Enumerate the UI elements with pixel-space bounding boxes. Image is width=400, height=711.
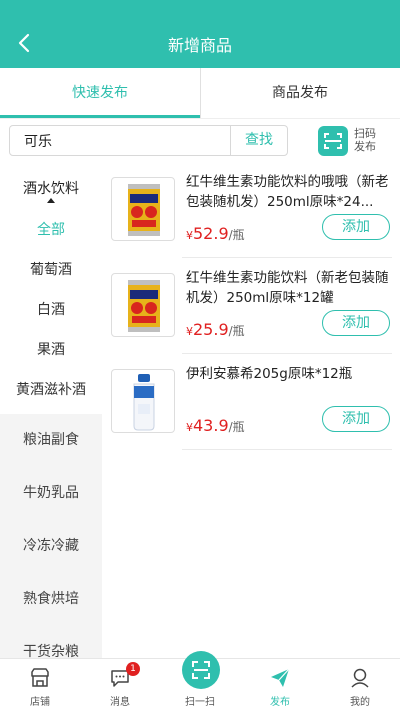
product-price: ¥52.9/瓶 (186, 224, 245, 243)
product-image (111, 177, 175, 241)
product-item: 红牛维生素功能饮料的哦哦（新老包装随机发）250ml原味*24... ¥52.9… (102, 162, 400, 258)
add-button[interactable]: 添加 (322, 214, 390, 240)
divider (182, 449, 392, 450)
product-item: 伊利安慕希205g原味*12瓶 ¥43.9/瓶 添加 (102, 354, 400, 450)
scan-label-line1: 扫码 (354, 127, 376, 140)
product-price: ¥43.9/瓶 (186, 416, 245, 435)
tab-bar: 快速发布 商品发布 (0, 68, 400, 118)
search-button[interactable]: 查找 (230, 126, 287, 155)
header-bar: 新增商品 (0, 0, 400, 68)
add-button[interactable]: 添加 (322, 310, 390, 336)
nav-label: 我的 (350, 697, 370, 708)
nav-store[interactable]: 店铺 (0, 659, 80, 711)
tab-label: 商品发布 (272, 85, 328, 101)
subcategory-item[interactable]: 葡萄酒 (0, 250, 102, 290)
category-group-header[interactable]: 酒水饮料 (0, 162, 102, 210)
scan-icon (192, 661, 210, 679)
nav-profile[interactable]: 我的 (320, 659, 400, 711)
scan-icon (318, 126, 348, 156)
tab-product-publish[interactable]: 商品发布 (200, 68, 400, 118)
tab-label: 快速发布 (72, 85, 128, 101)
bottom-nav: 店铺 1 消息 扫一扫 发布 我的 (0, 651, 400, 711)
nav-messages[interactable]: 1 消息 (80, 659, 160, 711)
nav-label: 消息 (110, 697, 130, 708)
price-value: 25.9 (193, 320, 229, 339)
store-icon (31, 668, 49, 687)
nav-label: 店铺 (30, 697, 50, 708)
tab-quick-publish[interactable]: 快速发布 (0, 68, 200, 118)
currency-symbol: ¥ (186, 421, 193, 434)
currency-symbol: ¥ (186, 325, 193, 338)
subcategory-item[interactable]: 果酒 (0, 330, 102, 370)
caret-up-icon (47, 198, 55, 203)
category-group-label: 酒水饮料 (23, 181, 79, 197)
search-box: 查找 (9, 125, 288, 156)
subcategory-item[interactable]: 黄酒滋补酒 (0, 370, 102, 414)
red-bull-can-icon (128, 280, 160, 332)
user-icon (351, 668, 369, 688)
category-group: 酒水饮料 全部 葡萄酒 白酒 果酒 黄酒滋补酒 (0, 162, 102, 414)
product-image (111, 273, 175, 337)
scan-publish-label: 扫码 发布 (354, 127, 376, 153)
product-name: 红牛维生素功能饮料（新老包装随机发）250ml原味*12罐 (186, 270, 389, 306)
product-image (111, 369, 175, 433)
category-item[interactable]: 牛奶乳品 (0, 467, 102, 520)
add-button[interactable]: 添加 (322, 406, 390, 432)
subcategory-item[interactable]: 白酒 (0, 290, 102, 330)
nav-publish[interactable]: 发布 (240, 659, 320, 711)
category-item[interactable]: 粮油副食 (0, 414, 102, 467)
product-item: 红牛维生素功能饮料（新老包装随机发）250ml原味*12罐 ¥25.9/瓶 添加 (102, 258, 400, 354)
product-name: 红牛维生素功能饮料的哦哦（新老包装随机发）250ml原味*24... (186, 174, 389, 210)
price-unit: /瓶 (228, 420, 245, 434)
nav-label: 扫一扫 (185, 697, 215, 708)
subcategory-item[interactable]: 全部 (0, 210, 102, 250)
product-name: 伊利安慕希205g原味*12瓶 (186, 366, 353, 382)
search-row: 查找 扫码 发布 (0, 118, 400, 162)
product-price: ¥25.9/瓶 (186, 320, 245, 339)
currency-symbol: ¥ (186, 229, 193, 242)
red-bull-can-icon (128, 184, 160, 236)
nav-label: 发布 (270, 697, 290, 708)
yogurt-bottle-icon (133, 374, 155, 431)
page-title: 新增商品 (167, 36, 232, 55)
scan-label-line2: 发布 (354, 140, 376, 153)
category-item[interactable]: 熟食烘培 (0, 573, 102, 626)
send-icon (271, 668, 290, 687)
price-value: 43.9 (193, 416, 229, 435)
unread-badge: 1 (126, 662, 140, 676)
search-input[interactable] (10, 126, 230, 155)
price-unit: /瓶 (228, 228, 245, 242)
category-item[interactable]: 干货杂粮 (0, 626, 102, 658)
price-value: 52.9 (193, 224, 229, 243)
category-item[interactable]: 冷冻冷藏 (0, 520, 102, 573)
scan-publish-button[interactable]: 扫码 发布 (318, 125, 398, 157)
category-sidebar: 酒水饮料 全部 葡萄酒 白酒 果酒 黄酒滋补酒 粮油副食 牛奶乳品 冷冻冷藏 熟… (0, 162, 102, 658)
scan-fab (182, 651, 220, 689)
nav-scan[interactable]: 扫一扫 (160, 651, 240, 711)
product-list: 红牛维生素功能饮料的哦哦（新老包装随机发）250ml原味*24... ¥52.9… (102, 162, 400, 658)
price-unit: /瓶 (228, 324, 245, 338)
